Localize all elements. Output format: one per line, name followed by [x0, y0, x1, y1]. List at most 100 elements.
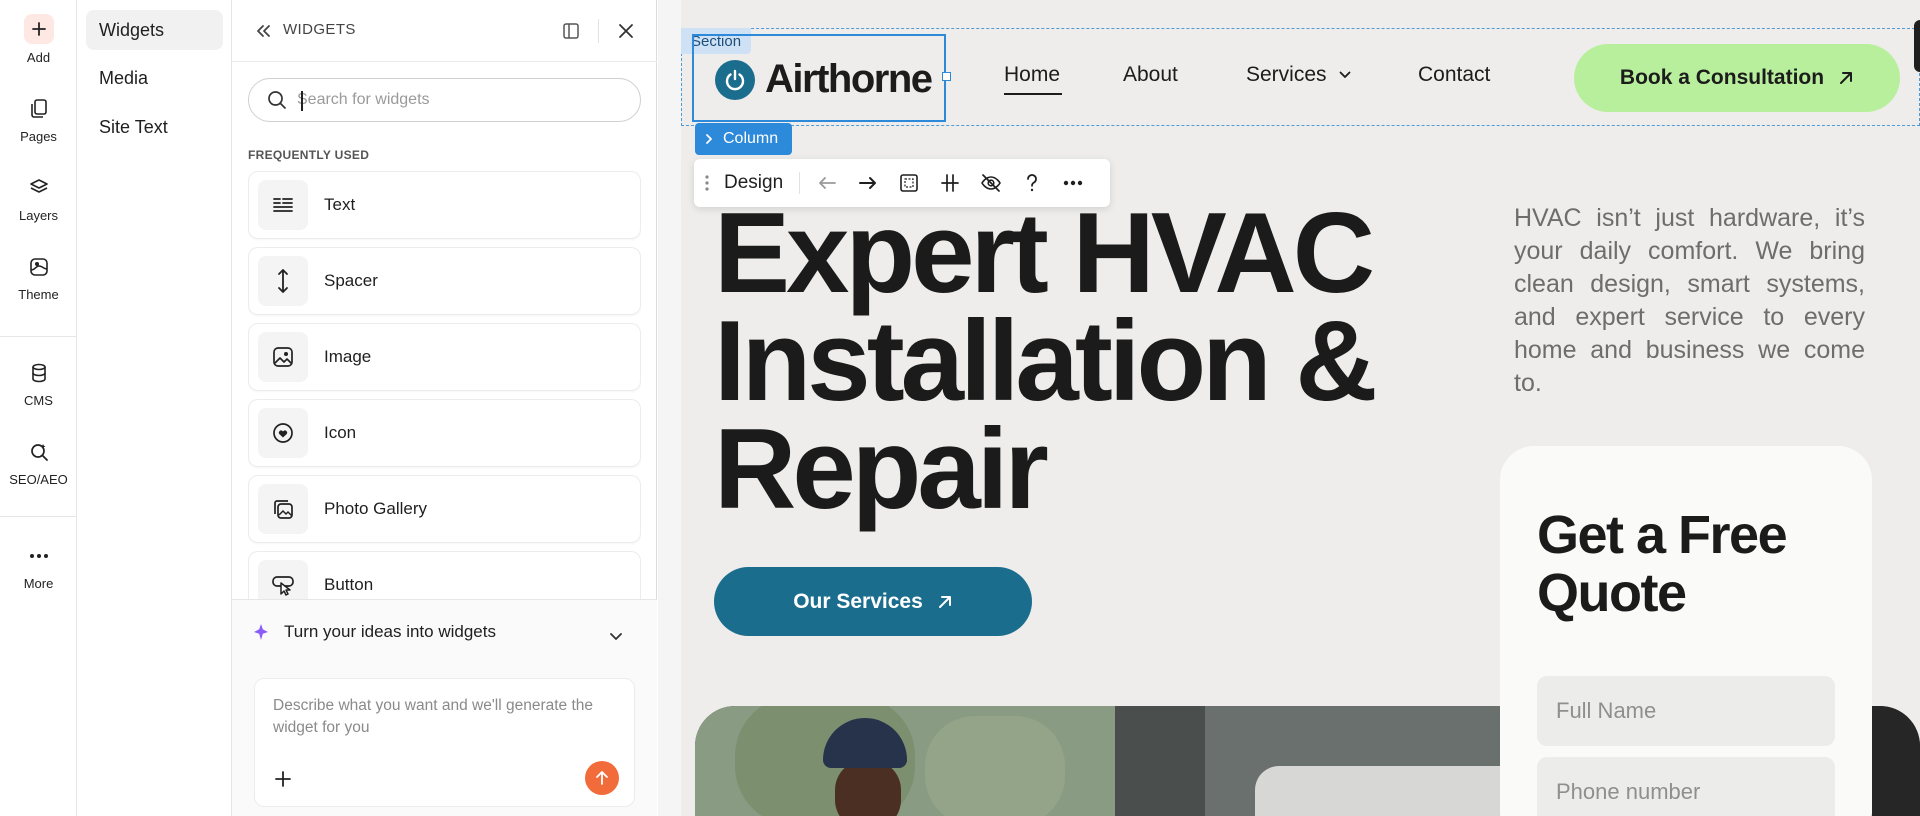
widget-label: Image — [324, 347, 372, 366]
text-align-icon — [258, 180, 308, 230]
frequently-used-label: FREQUENTLY USED — [248, 148, 370, 162]
cta-label: Book a Consultation — [1619, 66, 1825, 89]
plus-icon — [275, 771, 291, 787]
logo-selection-outline — [692, 34, 946, 122]
arrow-right-icon — [859, 177, 877, 189]
search-icon — [268, 91, 286, 109]
header-divider — [598, 19, 599, 43]
widget-photo-gallery[interactable]: Photo Gallery — [248, 475, 641, 543]
rail-label-cms: CMS — [24, 393, 53, 408]
widget-search — [248, 78, 641, 122]
widget-label: Spacer — [324, 271, 378, 290]
left-rail: Add Pages Layers Theme CMS SEO/AEO More — [0, 0, 77, 816]
ai-generator-heading: Turn your ideas into widgets — [284, 622, 496, 641]
rail-more[interactable]: More — [0, 542, 77, 591]
arrow-left-icon — [819, 177, 837, 189]
full-name-field[interactable]: Full Name — [1537, 676, 1835, 746]
more-icon — [1063, 180, 1083, 186]
plus-icon — [23, 14, 54, 44]
toggle-right-panel-button[interactable] — [1914, 20, 1920, 72]
hero-line-2: Installation & — [714, 298, 1378, 425]
seo-icon — [25, 438, 53, 466]
nav-home[interactable]: Home — [1004, 63, 1060, 87]
rail-layers[interactable]: Layers — [0, 174, 77, 223]
widget-text[interactable]: Text — [248, 171, 641, 239]
panel-title: WIDGETS — [283, 21, 356, 38]
photo-technician — [835, 760, 901, 816]
chevron-down-icon — [1339, 71, 1350, 78]
ai-send-button[interactable] — [585, 761, 619, 795]
nav-about[interactable]: About — [1123, 63, 1178, 87]
chevron-right-icon — [706, 134, 712, 144]
resize-handle[interactable] — [942, 72, 951, 81]
submenu-site-text[interactable]: Site Text — [86, 107, 223, 147]
ai-prompt-input[interactable] — [273, 695, 618, 749]
widget-label: Photo Gallery — [324, 499, 427, 518]
site-preview: Section Airthorne Home About Services Co… — [681, 0, 1920, 816]
widget-icon[interactable]: Icon — [248, 399, 641, 467]
ai-attach-button[interactable] — [271, 767, 295, 791]
nav-contact[interactable]: Contact — [1418, 63, 1490, 87]
submenu-media[interactable]: Media — [86, 58, 223, 98]
editor-canvas: Section Airthorne Home About Services Co… — [658, 0, 1920, 816]
layers-icon — [25, 174, 53, 202]
widget-label: Text — [324, 195, 356, 214]
arrow-up-right-icon — [1840, 72, 1853, 84]
chevron-down-icon — [610, 633, 622, 640]
phone-number-field[interactable]: Phone number — [1537, 757, 1835, 816]
spacer-icon — [258, 256, 308, 306]
ai-generator-toggle[interactable]: Turn your ideas into widgets — [252, 622, 496, 642]
ai-prompt-box — [254, 678, 635, 807]
close-panel-button[interactable] — [613, 18, 639, 44]
rail-seo[interactable]: SEO/AEO — [0, 438, 77, 487]
rail-divider — [0, 516, 77, 517]
widget-list: Text Spacer Image Icon Photo Gallery But… — [248, 171, 641, 599]
rail-label-theme: Theme — [18, 287, 59, 302]
submenu-widgets[interactable]: Widgets — [86, 10, 223, 50]
hero-description[interactable]: HVAC isn’t just hardware, it’s your dail… — [1514, 202, 1865, 400]
quote-form-title: Get a Free Quote — [1537, 505, 1788, 623]
heart-badge-icon — [258, 408, 308, 458]
collapse-panel-button[interactable] — [252, 20, 274, 42]
sparkle-icon — [254, 624, 268, 640]
services-button-label: Our Services — [793, 589, 923, 613]
widget-image[interactable]: Image — [248, 323, 641, 391]
rail-add[interactable]: Add — [0, 14, 77, 65]
photo-wall — [1115, 706, 1205, 816]
dock-panel-button[interactable] — [559, 19, 583, 43]
database-icon — [25, 359, 53, 387]
sub-menu: Widgets Media Site Text — [77, 0, 232, 816]
more-icon — [25, 542, 53, 570]
widget-label: Icon — [324, 423, 357, 442]
rail-label-more: More — [23, 576, 54, 591]
text-cursor — [301, 91, 303, 111]
hero-heading[interactable]: Expert HVAC Installation & Repair — [714, 190, 1414, 527]
double-chevron-left-icon — [257, 25, 270, 37]
column-tag[interactable]: Column — [695, 123, 793, 155]
image-icon — [258, 332, 308, 382]
nav-services[interactable]: Services — [1246, 63, 1351, 87]
widgets-panel: WIDGETS FREQUENTLY USED Text Spacer — [232, 0, 657, 816]
rail-label-pages: Pages — [20, 129, 57, 144]
rail-pages[interactable]: Pages — [0, 95, 77, 144]
panel-header: WIDGETS — [232, 0, 657, 62]
hero-line-1: Expert HVAC — [714, 190, 1375, 317]
ai-generator-collapse[interactable] — [609, 628, 623, 646]
our-services-button[interactable]: Our Services — [714, 567, 1032, 636]
arrow-up-right-icon — [938, 595, 951, 608]
theme-icon — [25, 253, 53, 281]
nav-services-label: Services — [1246, 63, 1327, 86]
ai-widget-generator: Turn your ideas into widgets — [232, 599, 657, 816]
column-tag-label: Column — [723, 130, 779, 147]
widget-button[interactable]: Button — [248, 551, 641, 599]
widget-spacer[interactable]: Spacer — [248, 247, 641, 315]
book-consultation-button[interactable]: Book a Consultation — [1574, 44, 1900, 112]
rail-divider — [0, 336, 77, 337]
rail-theme[interactable]: Theme — [0, 253, 77, 302]
search-input[interactable] — [297, 91, 617, 109]
rail-label-seo: SEO/AEO — [9, 472, 68, 487]
button-pointer-icon — [258, 560, 308, 599]
rail-cms[interactable]: CMS — [0, 359, 77, 408]
widget-label: Button — [324, 575, 374, 594]
rail-label-add: Add — [26, 50, 51, 65]
